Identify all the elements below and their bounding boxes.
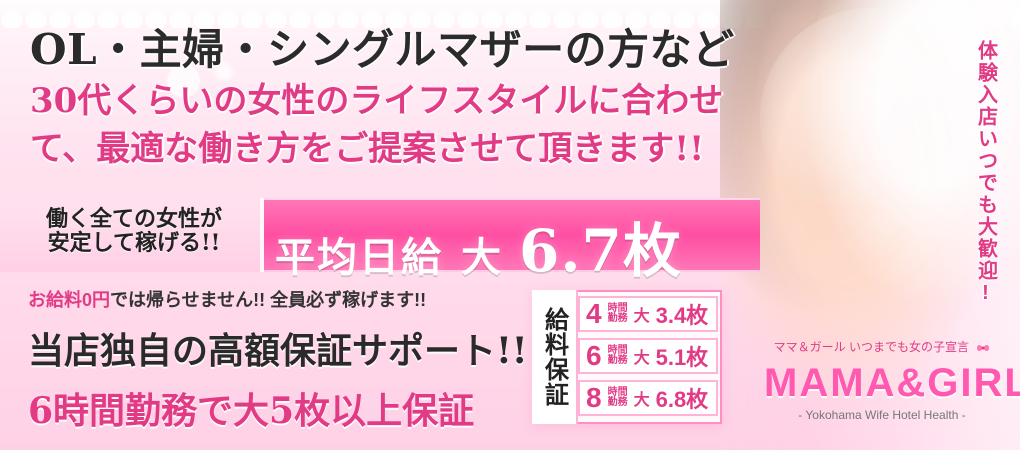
salary-row-value: 3.4枚 (655, 303, 709, 328)
salary-row-hours-bottom: 勤務 (607, 313, 628, 324)
headline-line-3: て、最適な働き方をご提案させて頂きます!! (30, 129, 705, 170)
salary-row-max: 大 (633, 308, 650, 325)
salary-rows: 4 時間 勤務 大 3.4枚 6 時間 勤務 大 5.1枚 8 時間 勤務 大 … (578, 296, 718, 422)
brand-subtitle: - Yokohama Wife Hotel Health - (798, 408, 966, 422)
salary-box-label: 給料保証 (532, 290, 578, 424)
guarantee-big-2: 6時間勤務で大5枚以上保証 (28, 390, 475, 432)
headline-line-2: 30代くらいの女性のライフスタイルに合わせ (30, 81, 724, 122)
brand-logo: MAMA&GIRL (764, 361, 1020, 405)
salary-row: 4 時間 勤務 大 3.4枚 (578, 296, 718, 332)
salary-row-hours-suffix: 時間 勤務 (608, 388, 628, 408)
average-daily-pay-amount: 6.7枚 (519, 217, 682, 285)
trial-welcome: 体験入店いつでも大歓迎! (966, 40, 1006, 332)
average-daily-pay-label: 平均日給 (275, 234, 443, 281)
brand-tagline-text: ママ＆ガール いつまでも女の子宣言 (773, 340, 969, 354)
salary-row-hours: 8 (586, 382, 602, 413)
average-daily-pay-max: 大 (461, 234, 501, 281)
brand-tagline: ママ＆ガール いつまでも女の子宣言 (764, 338, 1000, 355)
trial-welcome-text: 体験入店いつでも大歓迎! (974, 40, 997, 306)
headline: OL・主婦・シングルマザーの方など 30代くらいの女性のライフスタイルに合わせ … (30, 25, 735, 170)
salary-row: 6 時間 勤務 大 5.1枚 (578, 338, 718, 374)
guarantee-note-rest: では帰らせません!! 全員必ず稼げます!! (110, 290, 427, 310)
guarantee-note: お給料0円では帰らせません!! 全員必ず稼げます!! (28, 286, 528, 312)
guarantee-copy: お給料0円では帰らせません!! 全員必ず稼げます!! 当店独自の高額保証サポート… (28, 286, 528, 434)
salary-row-hours-bottom: 勤務 (607, 397, 628, 408)
salary-row-hours-suffix: 時間 勤務 (608, 346, 628, 366)
pay-band-left-text: 働く全ての女性が 安定して稼げる!! (20, 206, 248, 257)
pay-band-left-line-1: 働く全ての女性が (45, 206, 222, 232)
salary-box-label-text: 給料保証 (540, 307, 568, 407)
bow-icon (977, 344, 990, 351)
guarantee-note-pink: お給料0円 (28, 290, 111, 310)
pay-band-headline: 平均日給 大 6.7枚 (275, 204, 682, 288)
guarantee-big-1: 当店独自の高額保証サポート!! (28, 330, 528, 372)
salary-row-value: 6.8枚 (655, 387, 709, 412)
headline-line-1: OL・主婦・シングルマザーの方など (30, 25, 735, 74)
brand-block: ママ＆ガール いつまでも女の子宣言 MAMA&GIRL - Yokohama W… (764, 338, 1020, 438)
salary-row: 8 時間 勤務 大 6.8枚 (578, 380, 718, 416)
salary-row-hours: 4 (586, 298, 602, 329)
salary-row-value: 5.1枚 (655, 345, 709, 370)
salary-row-hours: 6 (586, 340, 602, 371)
banner: OL・主婦・シングルマザーの方など 30代くらいの女性のライフスタイルに合わせ … (0, 0, 1020, 450)
pay-band-left-line-2: 安定して稼げる!! (47, 230, 221, 257)
salary-row-max: 大 (633, 350, 650, 367)
salary-row-hours-bottom: 勤務 (607, 355, 628, 366)
salary-row-hours-suffix: 時間 勤務 (608, 304, 628, 324)
salary-row-max: 大 (633, 392, 650, 409)
